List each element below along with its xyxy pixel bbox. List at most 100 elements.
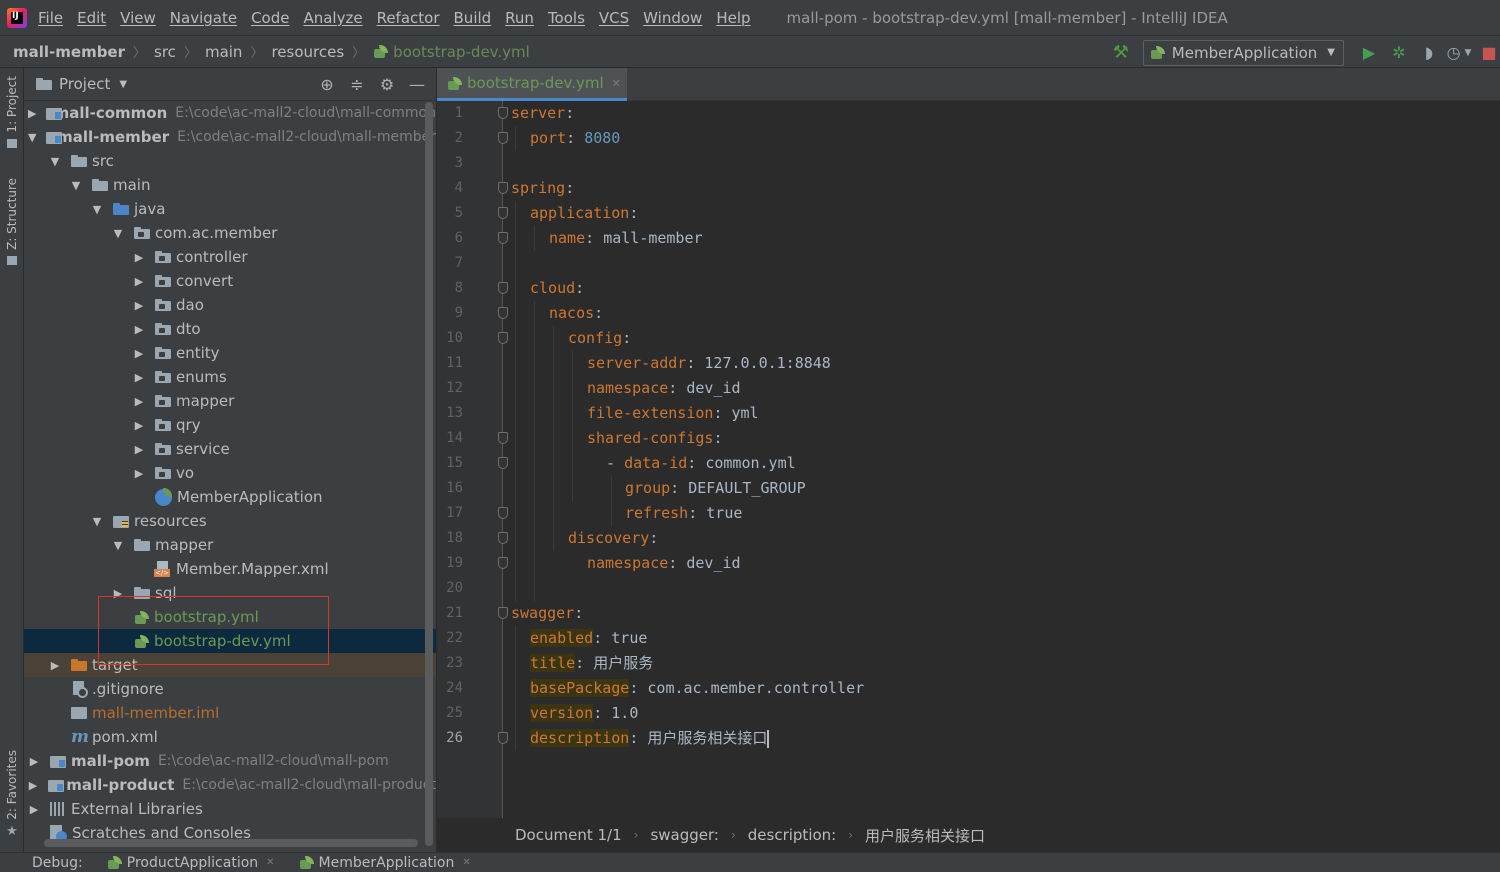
menu-build[interactable]: Build bbox=[454, 9, 492, 27]
project-view-selector[interactable]: Project bbox=[59, 75, 110, 93]
chevron-right-icon[interactable]: ▶ bbox=[133, 467, 145, 480]
chevron-right-icon[interactable]: ▶ bbox=[28, 803, 40, 816]
menu-file[interactable]: File bbox=[38, 9, 63, 27]
tree-item-member-application[interactable]: MemberApplication bbox=[24, 485, 436, 509]
tree-item-bootstrap-yml[interactable]: bootstrap.yml bbox=[24, 605, 436, 629]
chevron-right-icon[interactable]: ▶ bbox=[133, 275, 145, 288]
menu-refactor[interactable]: Refactor bbox=[377, 9, 440, 27]
tree-item-sql[interactable]: ▶ sql bbox=[24, 581, 436, 605]
chevron-right-icon[interactable]: ▶ bbox=[49, 659, 61, 672]
breadcrumb-src[interactable]: src bbox=[154, 43, 176, 61]
collapse-all-icon[interactable]: ≑ bbox=[346, 74, 368, 96]
chevron-right-icon[interactable]: ▶ bbox=[133, 419, 145, 432]
breadcrumb-swagger[interactable]: swagger: bbox=[650, 826, 719, 844]
chevron-down-icon[interactable]: ▼ bbox=[119, 79, 127, 90]
minimize-icon[interactable]: — bbox=[406, 74, 428, 96]
tree-item-controller[interactable]: ▶ controller bbox=[24, 245, 436, 269]
tree-item-package[interactable]: ▼ com.ac.member bbox=[24, 221, 436, 245]
chevron-right-icon[interactable]: ▶ bbox=[133, 323, 145, 336]
menu-run[interactable]: Run bbox=[505, 9, 534, 27]
chevron-right-icon[interactable]: ▶ bbox=[112, 587, 124, 600]
run-configuration-dropdown[interactable]: MemberApplication ▼ bbox=[1142, 39, 1344, 66]
tree-item-scratches[interactable]: Scratches and Consoles bbox=[24, 821, 436, 841]
close-icon[interactable]: ✕ bbox=[462, 857, 470, 868]
project-tool-button[interactable]: 1: Project bbox=[0, 76, 24, 148]
debug-tab-product-application[interactable]: ProductApplication ✕ bbox=[107, 855, 275, 871]
close-icon[interactable]: ✕ bbox=[266, 857, 274, 868]
code-editor[interactable]: server: port: 8080 spring: application: … bbox=[507, 101, 1500, 818]
profile-icon[interactable]: ◷ ▼ bbox=[1447, 42, 1472, 64]
gear-icon[interactable]: ⚙ bbox=[376, 74, 398, 96]
menu-window[interactable]: Window bbox=[643, 9, 702, 27]
tree-item-external-libraries[interactable]: ▶ External Libraries bbox=[24, 797, 436, 821]
tree-item-mall-product[interactable]: ▶ mall-product E:\code\ac-mall2-cloud\mall… bbox=[24, 773, 436, 797]
tree-item-enums[interactable]: ▶ enums bbox=[24, 365, 436, 389]
menu-help[interactable]: Help bbox=[716, 9, 750, 27]
chevron-down-icon[interactable]: ▼ bbox=[112, 227, 124, 240]
menu-edit[interactable]: Edit bbox=[77, 9, 106, 27]
breadcrumb-mall-member[interactable]: mall-member bbox=[13, 43, 125, 61]
chevron-down-icon[interactable]: ▼ bbox=[70, 179, 82, 192]
tree-item-mall-member[interactable]: ▼ mall-member E:\code\ac-mall2-cloud\mall-… bbox=[24, 125, 436, 149]
debug-bug-icon[interactable]: ✲ bbox=[1388, 42, 1410, 64]
tree-item-dao[interactable]: ▶ dao bbox=[24, 293, 436, 317]
tree-item-vo[interactable]: ▶ vo bbox=[24, 461, 436, 485]
coverage-shield-icon[interactable]: ◗ bbox=[1418, 42, 1440, 64]
chevron-right-icon[interactable]: ▶ bbox=[133, 251, 145, 264]
tree-item-resources-mapper[interactable]: ▼ mapper bbox=[24, 533, 436, 557]
debug-tab-member-application[interactable]: MemberApplication ✕ bbox=[299, 855, 471, 871]
tree-item-src[interactable]: ▼ src bbox=[24, 149, 436, 173]
chevron-down-icon[interactable]: ▼ bbox=[112, 539, 124, 552]
menu-analyze[interactable]: Analyze bbox=[303, 9, 362, 27]
tree-item-bootstrap-dev-yml[interactable]: bootstrap-dev.yml bbox=[24, 629, 436, 653]
chevron-right-icon[interactable]: ▶ bbox=[133, 443, 145, 456]
chevron-right-icon[interactable]: ▶ bbox=[28, 779, 38, 792]
tree-item-target[interactable]: ▶ target bbox=[24, 653, 436, 677]
build-hammer-icon[interactable]: ⚒ bbox=[1111, 42, 1131, 63]
chevron-right-icon[interactable]: ▶ bbox=[133, 347, 145, 360]
chevron-right-icon[interactable]: ▶ bbox=[133, 395, 145, 408]
tree-item-entity[interactable]: ▶ entity bbox=[24, 341, 436, 365]
tree-item-mall-common[interactable]: ▶ mall-common E:\code\ac-mall2-cloud\mall-… bbox=[24, 101, 436, 125]
chevron-right-icon[interactable]: ▶ bbox=[133, 299, 145, 312]
chevron-right-icon[interactable]: ▶ bbox=[28, 107, 36, 120]
menu-vcs[interactable]: VCS bbox=[599, 9, 629, 27]
tree-item-mapper-xml[interactable]: Member.Mapper.xml bbox=[24, 557, 436, 581]
breadcrumb-value[interactable]: 用户服务相关接口 bbox=[865, 825, 985, 846]
tree-vertical-scrollbar[interactable] bbox=[425, 102, 433, 846]
tree-item-iml[interactable]: mall-member.iml bbox=[24, 701, 436, 725]
menu-code[interactable]: Code bbox=[251, 9, 289, 27]
chevron-down-icon[interactable]: ▼ bbox=[91, 203, 103, 216]
tree-item-convert[interactable]: ▶ convert bbox=[24, 269, 436, 293]
tree-item-main[interactable]: ▼ main bbox=[24, 173, 436, 197]
stop-icon[interactable]: ■ bbox=[1478, 42, 1500, 64]
breadcrumb-main[interactable]: main bbox=[205, 43, 242, 61]
locate-target-icon[interactable]: ⊕ bbox=[316, 74, 338, 96]
tree-item-gitignore[interactable]: .gitignore bbox=[24, 677, 436, 701]
tree-horizontal-scrollbar[interactable] bbox=[44, 839, 418, 847]
menu-tools[interactable]: Tools bbox=[548, 9, 585, 27]
tree-item-mall-pom[interactable]: ▶ mall-pom E:\code\ac-mall2-cloud\mall-pom bbox=[24, 749, 436, 773]
breadcrumb-document[interactable]: Document 1/1 bbox=[515, 826, 622, 844]
run-icon[interactable]: ▶ bbox=[1358, 42, 1380, 64]
structure-tool-button[interactable]: Z: Structure bbox=[0, 178, 24, 265]
chevron-down-icon[interactable]: ▼ bbox=[28, 131, 36, 144]
tab-bootstrap-dev-yml[interactable]: bootstrap-dev.yml ✕ bbox=[437, 68, 627, 101]
breadcrumb-description[interactable]: description: bbox=[748, 826, 836, 844]
tree-item-resources[interactable]: ▼ resources bbox=[24, 509, 436, 533]
tree-item-pom-xml[interactable]: m pom.xml bbox=[24, 725, 436, 749]
chevron-right-icon[interactable]: ▶ bbox=[28, 755, 40, 768]
tree-item-java[interactable]: ▼ java bbox=[24, 197, 436, 221]
breadcrumb-file[interactable]: bootstrap-dev.yml bbox=[373, 43, 530, 61]
tree-item-service[interactable]: ▶ service bbox=[24, 437, 436, 461]
tree-item-mapper[interactable]: ▶ mapper bbox=[24, 389, 436, 413]
chevron-down-icon[interactable]: ▼ bbox=[49, 155, 61, 168]
favorites-tool-button[interactable]: 2: Favorites ★ bbox=[0, 750, 24, 839]
tree-item-qry[interactable]: ▶ qry bbox=[24, 413, 436, 437]
menu-view[interactable]: View bbox=[120, 9, 156, 27]
menu-navigate[interactable]: Navigate bbox=[170, 9, 237, 27]
close-icon[interactable]: ✕ bbox=[612, 77, 621, 90]
tree-item-dto[interactable]: ▶ dto bbox=[24, 317, 436, 341]
chevron-down-icon[interactable]: ▼ bbox=[91, 515, 103, 528]
chevron-right-icon[interactable]: ▶ bbox=[133, 371, 145, 384]
